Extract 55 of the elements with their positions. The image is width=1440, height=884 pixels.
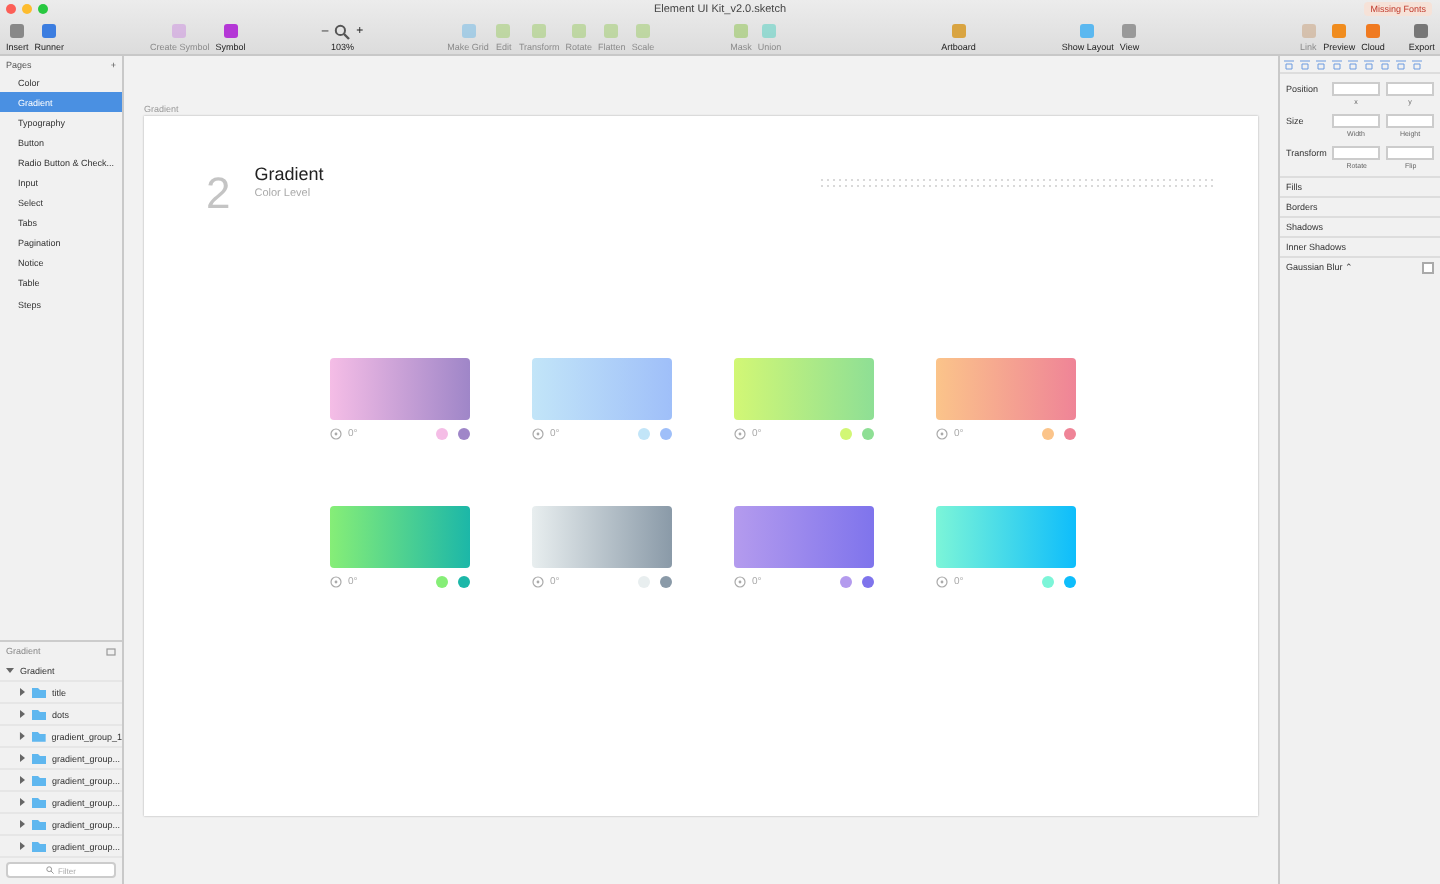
tool-icon <box>1120 22 1139 40</box>
x-field[interactable] <box>1332 82 1380 96</box>
align-icon[interactable] <box>1316 59 1326 69</box>
collapsed-caret-icon[interactable] <box>18 820 26 828</box>
search-icon <box>334 24 351 40</box>
collapsed-caret-icon[interactable] <box>18 688 26 696</box>
gradient-swatch <box>532 506 672 568</box>
collapsed-caret-icon[interactable] <box>18 710 26 718</box>
zoom-button[interactable] <box>38 4 48 14</box>
angle-icon <box>734 576 746 588</box>
expanded-caret-icon[interactable] <box>6 666 14 674</box>
gradient-swatch <box>532 358 672 420</box>
gradient-swatch <box>936 358 1076 420</box>
angle-icon <box>532 576 544 588</box>
rotate-field[interactable] <box>1332 146 1381 160</box>
collapsed-caret-icon[interactable] <box>18 732 26 740</box>
collapsed-caret-icon[interactable] <box>18 842 26 850</box>
align-icon[interactable] <box>1300 59 1310 69</box>
angle-icon <box>734 428 746 440</box>
collapsed-caret-icon[interactable] <box>18 798 26 806</box>
close-button[interactable] <box>6 4 16 14</box>
angle-icon <box>936 428 948 440</box>
align-icon[interactable] <box>1380 59 1390 69</box>
angle-icon <box>330 428 342 440</box>
minimize-button[interactable] <box>22 4 32 14</box>
tool-icon <box>949 22 968 40</box>
align-icon[interactable] <box>1412 59 1422 69</box>
align-icon[interactable] <box>1364 59 1374 69</box>
align-icon[interactable] <box>1284 59 1294 69</box>
gradient-swatch <box>734 506 874 568</box>
collapsed-caret-icon[interactable] <box>18 754 26 762</box>
tool-icon <box>1412 22 1431 40</box>
panel-icon[interactable] <box>106 647 116 655</box>
gradient-swatch <box>936 506 1076 568</box>
height-field[interactable] <box>1386 114 1434 128</box>
align-icon[interactable] <box>1396 59 1406 69</box>
tool-icon <box>1078 22 1097 40</box>
collapsed-caret-icon[interactable] <box>18 776 26 784</box>
align-icon[interactable] <box>1348 59 1358 69</box>
search-icon <box>46 866 55 874</box>
y-field[interactable] <box>1386 82 1434 96</box>
section-title: Gradient <box>254 164 326 184</box>
tool-icon <box>170 22 189 40</box>
flip-buttons[interactable] <box>1386 146 1435 160</box>
align-icon[interactable] <box>1332 59 1342 69</box>
gradient-swatch <box>330 506 470 568</box>
gradient-swatch <box>734 358 874 420</box>
angle-icon <box>532 428 544 440</box>
angle-icon <box>330 576 342 588</box>
checkbox[interactable] <box>1422 261 1434 273</box>
angle-icon <box>936 576 948 588</box>
gradient-swatch <box>330 358 470 420</box>
section-number: 2 <box>206 172 231 216</box>
tool-icon <box>221 22 240 40</box>
width-field[interactable] <box>1332 114 1380 128</box>
